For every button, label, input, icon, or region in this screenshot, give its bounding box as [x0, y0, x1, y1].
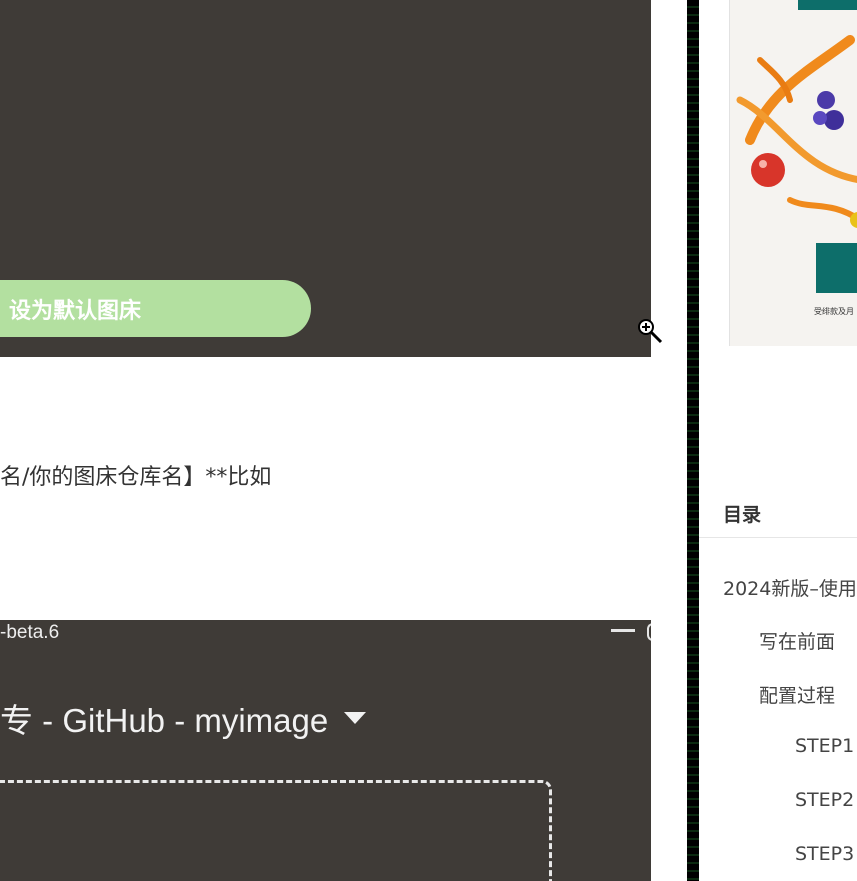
sidebar-ad-area: 受绯款及月	[699, 0, 857, 480]
uploader-title: 专 - GitHub - myimage	[0, 702, 329, 739]
set-default-image-host-button[interactable]: 设为默认图床	[0, 280, 311, 337]
ad-caption: 受绯款及月	[814, 306, 854, 316]
close-icon[interactable]	[647, 623, 651, 641]
toc-item-step3[interactable]: STEP3	[795, 843, 854, 865]
window-title: -beta.6	[0, 622, 60, 643]
uploader-selector[interactable]: 专 - GitHub - myimage	[0, 694, 367, 742]
picgo-settings-screenshot: 设为默认图床	[0, 0, 651, 357]
toc-item-config[interactable]: 配置过程	[759, 681, 835, 708]
toc-item-step2[interactable]: STEP2	[795, 789, 854, 811]
picgo-upload-screenshot: -beta.6 专 - GitHub - myimage	[0, 620, 651, 881]
toc-title: 目录	[723, 504, 762, 526]
food-plate-illustration: 受绯款及月	[730, 0, 857, 346]
caret-down-icon	[344, 712, 367, 724]
upload-drop-zone[interactable]	[0, 780, 552, 881]
ad-food-image[interactable]: 受绯款及月	[729, 0, 857, 346]
toc-item-step1[interactable]: STEP1	[795, 735, 854, 757]
minimize-icon[interactable]	[611, 629, 635, 632]
toc-list: 2024新版–使用 写在前面 配置过程 STEP1 STEP2 STEP3	[699, 538, 857, 881]
toc-item-intro[interactable]: 写在前面	[759, 627, 835, 654]
column-divider	[687, 0, 699, 881]
article-paragraph: 名/你的图床仓库名】**比如	[0, 465, 272, 490]
toc-header: 目录	[699, 480, 857, 538]
toc-item-2024-guide[interactable]: 2024新版–使用	[723, 574, 857, 601]
zoom-in-cursor-icon	[638, 319, 663, 344]
